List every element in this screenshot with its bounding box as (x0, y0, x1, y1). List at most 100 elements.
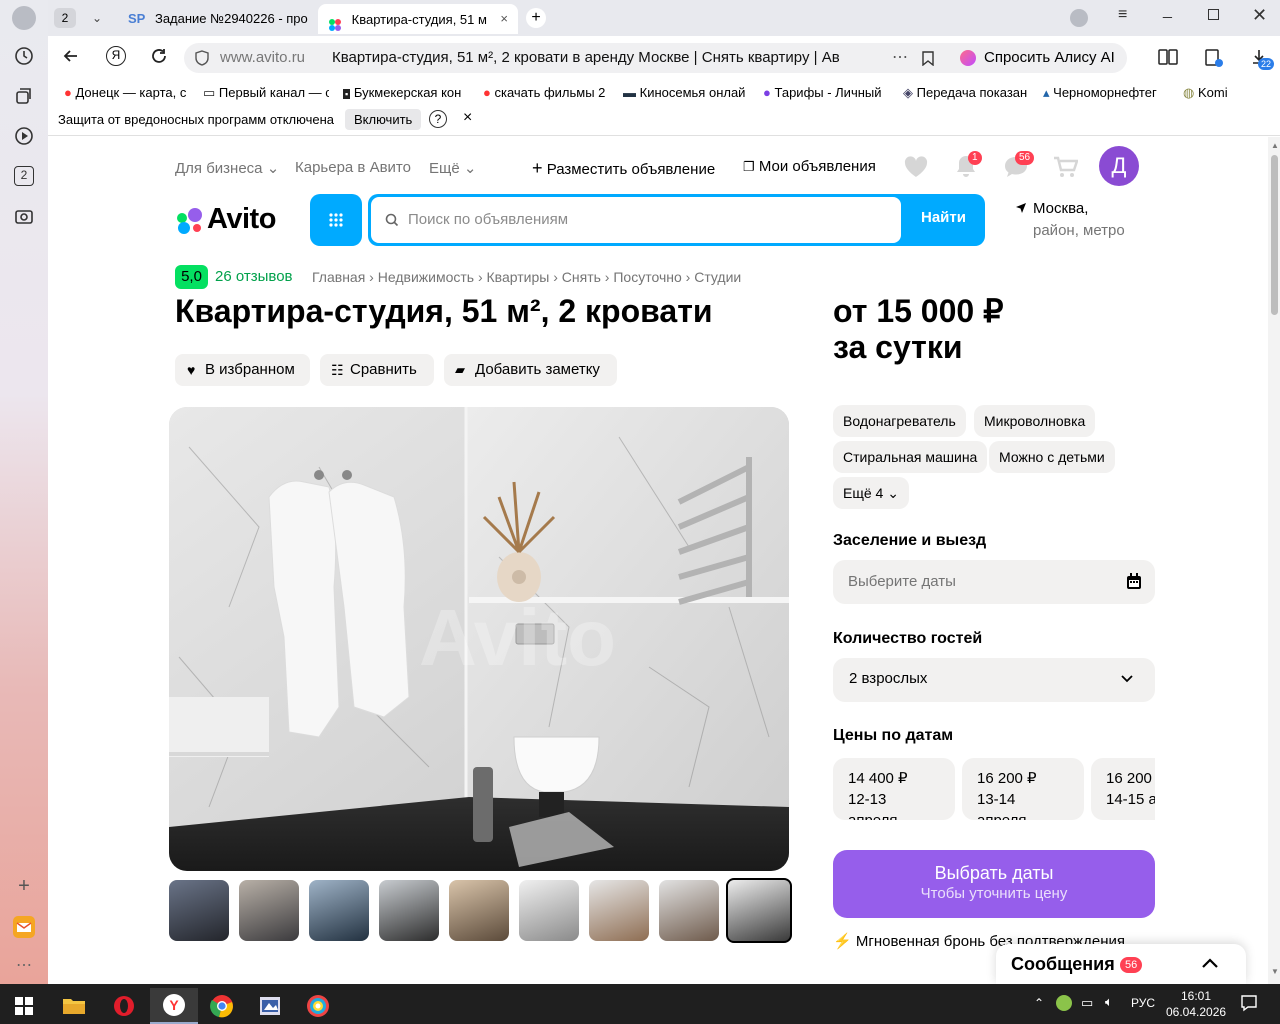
photo-thumbnail[interactable] (169, 880, 229, 941)
tab-count-icon[interactable]: 2 (14, 166, 34, 186)
main-photo[interactable]: Avito (169, 407, 789, 871)
scroll-down-icon[interactable]: ▼ (1271, 967, 1279, 976)
for-business-link[interactable]: Для бизнеса ⌄ (175, 159, 279, 177)
chevron-up-icon[interactable] (1201, 957, 1219, 969)
catalog-grid-icon (329, 213, 343, 227)
photo-thumbnail[interactable] (379, 880, 439, 941)
photo-thumbnail[interactable] (589, 880, 649, 941)
bookmark-item[interactable]: ▪ Букмекерская кон (343, 84, 469, 102)
close-window-icon[interactable]: ✕ (1252, 5, 1267, 26)
reader-icon[interactable] (1158, 48, 1178, 71)
close-warning-icon[interactable]: × (463, 109, 472, 127)
date-price-card[interactable]: 16 200 ₽ 14-15 апреля (1091, 758, 1155, 820)
yandex-icon[interactable]: Я (106, 46, 126, 66)
scroll-up-icon[interactable]: ▲ (1271, 141, 1279, 150)
career-link[interactable]: Карьера в Авито (295, 159, 411, 176)
tab-group-counter[interactable]: 2 (54, 8, 76, 28)
photo-thumbnail-active[interactable] (726, 878, 792, 943)
tab-avito[interactable]: Квартира-студия, 51 м × (318, 4, 518, 34)
search-input[interactable]: Поиск по объявлениям (371, 197, 901, 243)
more-menu[interactable]: Ещё ⌄ (429, 159, 476, 177)
photo-thumbnail[interactable] (659, 880, 719, 941)
date-price-range: 13-14 апреля (977, 791, 1027, 820)
downloads-icon[interactable]: 22 (1250, 48, 1275, 71)
bookmark-item[interactable]: ▬ Киносемья онлай (623, 84, 749, 102)
add-note-button[interactable]: ▰ Добавить заметку (444, 354, 617, 386)
compare-button[interactable]: ☷ Сравнить (320, 354, 434, 386)
date-price-amount: 16 200 ₽ (1106, 770, 1155, 787)
restore-icon[interactable] (1208, 9, 1219, 20)
select-dates-button[interactable]: Выбрать даты Чтобы уточнить цену (833, 850, 1155, 918)
warning-text: Защита от вредоносных программ отключена (58, 112, 335, 127)
paint-icon[interactable] (246, 988, 294, 1024)
clock[interactable]: 16:01 06.04.2026 (1166, 988, 1226, 1020)
file-explorer-icon[interactable] (50, 988, 98, 1024)
photo-thumbnail[interactable] (239, 880, 299, 941)
color-app-icon[interactable] (294, 988, 342, 1024)
enable-protection-button[interactable]: Включить (345, 109, 422, 130)
mail-icon[interactable] (13, 916, 35, 938)
bookmark-item[interactable]: ◍ Komi (1183, 84, 1253, 102)
back-icon[interactable] (62, 47, 80, 70)
video-icon[interactable] (14, 126, 34, 146)
breadcrumb-link[interactable]: Посуточно (613, 269, 681, 285)
history-icon[interactable] (14, 46, 34, 66)
bookmark-item[interactable]: ▭ Первый канал — с (203, 84, 329, 102)
account-icon[interactable] (1070, 9, 1088, 27)
collections-icon[interactable] (14, 86, 34, 106)
chrome-icon[interactable] (198, 988, 246, 1024)
date-price-card[interactable]: 16 200 ₽ 13-14 апреля (962, 758, 1084, 820)
page-scrollbar[interactable]: ▲ ▼ (1268, 137, 1280, 984)
tray-chevron-up-icon[interactable]: ⌃ (1034, 996, 1044, 1010)
catalog-button[interactable] (310, 194, 362, 246)
bookmark-item[interactable]: ◈ Передача показан (903, 84, 1029, 102)
more-icon[interactable]: ⋯ (14, 956, 34, 976)
menu-icon[interactable]: ≡ (1118, 6, 1127, 24)
bookmark-item[interactable]: ● скачать фильмы 2 (483, 84, 609, 102)
date-price-card[interactable]: 14 400 ₽ 12-13 апреля (833, 758, 955, 820)
extension-icon[interactable] (1204, 48, 1224, 73)
add-icon[interactable]: + (14, 876, 34, 896)
opera-icon[interactable] (100, 988, 148, 1024)
messages-widget[interactable]: Сообщения 56 (996, 944, 1246, 984)
breadcrumb-link[interactable]: Квартиры (487, 269, 550, 285)
profile-icon[interactable] (12, 6, 36, 30)
photo-thumbnail[interactable] (309, 880, 369, 941)
chevron-down-icon[interactable]: ⌄ (86, 8, 108, 28)
url-field[interactable]: www.avito.ru Квартира-студия, 51 м², 2 к… (184, 43, 994, 73)
reload-icon[interactable] (150, 47, 168, 70)
volume-icon[interactable]: 🔈︎ (1105, 994, 1113, 1010)
scrollbar-thumb[interactable] (1271, 155, 1278, 315)
favorite-button[interactable]: ♥ В избранном (175, 354, 310, 386)
tray-app-icon[interactable] (1056, 995, 1072, 1011)
bookmarks-bar: ● Донецк — карта, с ▭ Первый канал — с ▪… (48, 80, 1280, 104)
photo-thumbnail[interactable] (449, 880, 509, 941)
bookmark-item[interactable]: ● Донецк — карта, с (64, 84, 188, 102)
avito-dots-icon (177, 208, 202, 234)
reviews-link[interactable]: 26 отзывов (215, 268, 293, 285)
search-icon (385, 213, 399, 227)
photo-thumbnail[interactable] (519, 880, 579, 941)
alice-button[interactable]: Спросить Алису AI (952, 43, 1127, 73)
minimize-icon[interactable]: _ (1163, 2, 1172, 20)
post-ad-link[interactable]: + Разместить объявление (532, 158, 715, 179)
breadcrumb-link[interactable]: Недвижимость (378, 269, 474, 285)
notifications-center-icon[interactable] (1240, 994, 1258, 1017)
windows-start-icon[interactable] (0, 988, 48, 1024)
yandex-browser-icon[interactable]: Y (150, 988, 198, 1024)
more-options-icon[interactable]: ⋯ (892, 47, 908, 67)
network-icon[interactable]: ▭ (1081, 995, 1093, 1011)
bookmark-icon[interactable] (922, 51, 934, 71)
close-tab-icon[interactable]: × (500, 4, 508, 34)
language-indicator[interactable]: РУС (1131, 996, 1155, 1010)
bookmark-item[interactable]: ● Тарифы - Личный (763, 84, 889, 102)
bookmark-item[interactable]: ▴ Черноморнефтег (1043, 84, 1169, 102)
help-icon[interactable]: ? (429, 110, 447, 128)
screenshot-icon[interactable] (14, 206, 34, 226)
breadcrumb-link[interactable]: Снять (562, 269, 601, 285)
breadcrumb-link[interactable]: Студии (694, 269, 741, 285)
new-tab-button[interactable]: + (526, 8, 546, 28)
site-info-icon[interactable] (194, 50, 210, 71)
tab-task[interactable]: SP Задание №2940226 - про (122, 4, 308, 34)
breadcrumb-link[interactable]: Главная (312, 269, 365, 285)
